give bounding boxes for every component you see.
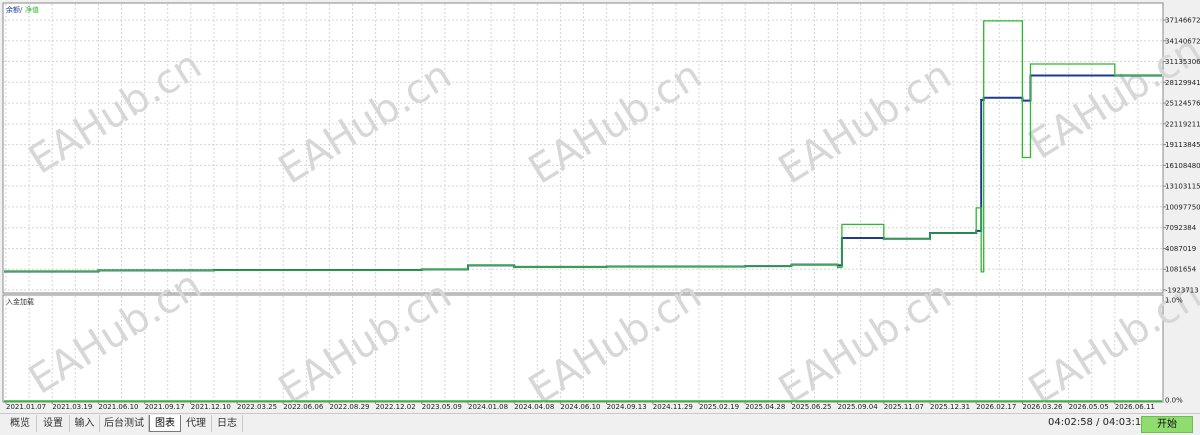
elapsed-timer: 04:02:58 / 04:03:12 [1048,417,1148,428]
y-tick-label: -1923713 [1165,287,1199,295]
tab-backtest[interactable]: 后台测试 [100,415,149,432]
x-tick-label: 2022.06.06 [283,403,324,411]
sub-chart-title: 入金加载 [6,297,34,306]
x-tick-label: 2021.03.19 [52,403,92,411]
x-tick-label: 2024.11.29 [653,403,693,411]
x-tick-label: 2025.09.04 [838,403,879,411]
tab-graph[interactable]: 图表 [149,415,181,432]
x-tick-label: 2025.12.31 [930,403,970,411]
y-tick-label: 31135306 [1165,58,1200,66]
x-tick-label: 2026.03.26 [1022,403,1063,411]
tab-overview[interactable]: 概览 [4,415,37,432]
tab-inputs[interactable]: 输入 [70,415,100,432]
x-tick-label: 2022.12.02 [376,403,416,411]
x-tick-label: 2026.02.17 [976,403,1016,411]
x-tick-label: 2024.09.13 [607,403,647,411]
start-button[interactable]: 开始 [1141,416,1193,433]
tab-settings[interactable]: 设置 [37,415,70,432]
legend-balance: 余额 [6,5,20,14]
x-tick-label: 2022.03.25 [237,403,277,411]
y-tick-label: 4087019 [1165,245,1196,253]
y-tick-label: 37146672 [1165,17,1200,25]
chart-area: EAHub.cn EAHub.cn EAHub.cn EAHub.cn EAHub.cn… [0,0,1200,413]
x-tick-label: 2022.08.29 [329,403,369,411]
tab-journal[interactable]: 日志 [212,415,243,432]
sub-y-tick-label: 0.0% [1165,397,1183,405]
y-tick-label: 25124576 [1165,100,1200,108]
x-tick-label: 2021.01.07 [6,403,46,411]
sub-y-tick-label: 1.0% [1165,297,1183,305]
y-tick-label: 7092384 [1165,224,1197,232]
y-tick-label: 1081654 [1165,266,1197,274]
y-tick-label: 22119211 [1165,120,1200,128]
x-axis: 2021.01.07 2021.03.19 2021.06.10 2021.09.17… [5,402,1155,411]
y-tick-label: 28129941 [1165,79,1200,87]
y-tick-label: 10097750 [1165,203,1200,211]
y-tick-label: 16108480 [1165,162,1200,170]
legend-equity: 净值 [25,5,39,14]
x-tick-label: 2021.12.10 [191,403,231,411]
x-tick-label: 2025.02.19 [699,403,739,411]
x-tick-label: 2024.01.08 [468,403,508,411]
x-tick-label: 2023.05.09 [422,403,462,411]
x-tick-label: 2026.06.11 [1115,403,1155,411]
x-tick-label: 2025.11.07 [884,403,924,411]
x-tick-label: 2025.04.28 [745,403,785,411]
tab-agents[interactable]: 代理 [181,415,212,432]
x-tick-label: 2021.06.10 [98,403,138,411]
y-tick-label: 19113845 [1165,141,1200,149]
y-tick-label: 13103115 [1165,183,1200,191]
x-tick-label: 2024.04.08 [514,403,554,411]
x-tick-label: 2025.06.25 [791,403,831,411]
y-tick-label: 34140672 [1165,37,1200,45]
x-tick-label: 2026.05.05 [1069,403,1109,411]
x-tick-label: 2021.09.17 [145,403,185,411]
strategy-tester-window: EAHub.cn EAHub.cn EAHub.cn EAHub.cn EAHub.cn… [0,0,1200,435]
tab-bar: 概览 设置 输入 后台测试 图表 代理 日志 04:02:58 / 04:03:… [0,413,1200,435]
x-tick-label: 2024.06.10 [560,403,600,411]
